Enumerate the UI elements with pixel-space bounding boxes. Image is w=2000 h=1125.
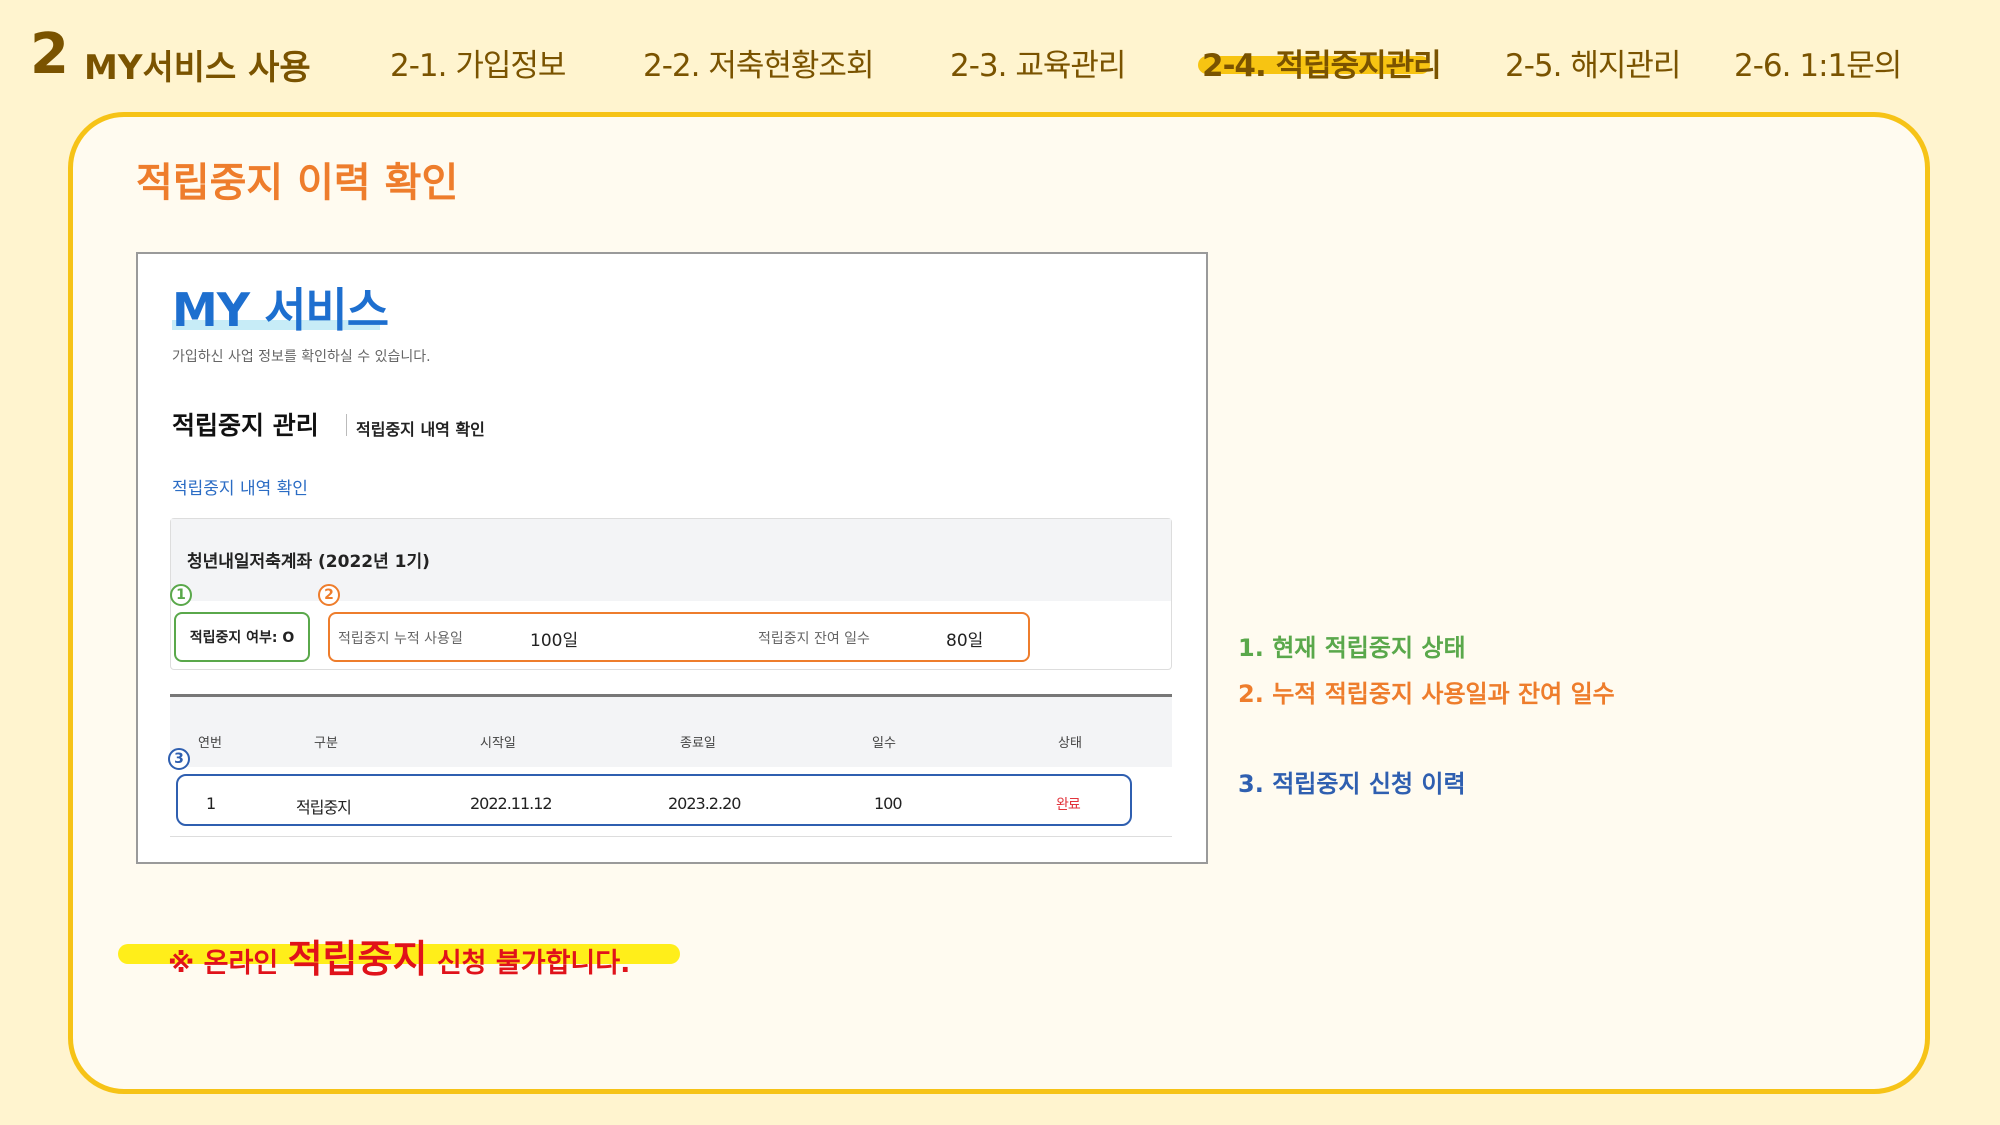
cell-days: 100 <box>874 794 903 813</box>
remaining-days-value: 80일 <box>946 631 984 651</box>
legend-num-2: 2. <box>1238 680 1264 708</box>
suspension-days-box: 적립중지 누적 사용일 100일 적립중지 잔여 일수 80일 <box>328 612 1030 662</box>
legend-text-1: 현재 적립중지 상태 <box>1272 634 1466 662</box>
section-heading: 적립중지 관리 <box>172 411 319 440</box>
nav-item-suspension[interactable]: 2-4. 적립중지관리 <box>1202 40 1442 85</box>
page-title: 적립중지 이력 확인 <box>136 160 459 206</box>
account-name: 청년내일저축계좌 (2022년 1기) <box>187 552 430 572</box>
notice-emphasis: 적립중지 <box>287 937 428 981</box>
online-suspension-notice: ※ 온라인 적립중지 신청 불가합니다. <box>168 928 630 983</box>
legend-num-3: 3. <box>1238 770 1264 798</box>
marker-3: 3 <box>168 748 190 770</box>
col-header-end: 종료일 <box>680 736 716 751</box>
suspension-status-box: 적립중지 여부: O <box>174 612 310 662</box>
screenshot-subtitle: 가입하신 사업 정보를 확인하실 수 있습니다. <box>172 349 431 365</box>
col-header-start: 시작일 <box>480 736 516 751</box>
cell-no: 1 <box>206 794 216 813</box>
legend-text-3: 적립중지 신청 이력 <box>1272 770 1466 798</box>
top-navigation: 2 MY서비스 사용 2-1. 가입정보 2-2. 저축현황조회 2-3. 교육… <box>0 0 2000 110</box>
cell-end-date: 2023.2.20 <box>668 794 741 813</box>
screenshot-title: MY 서비스 <box>172 283 389 337</box>
marker-2: 2 <box>318 584 340 606</box>
col-header-status: 상태 <box>1058 736 1082 751</box>
nav-item-savings-status[interactable]: 2-2. 저축현황조회 <box>643 40 874 85</box>
legend-item-2: 2. 누적 적립중지 사용일과 잔여 일수 <box>1238 674 1615 709</box>
nav-item-termination[interactable]: 2-5. 해지관리 <box>1505 40 1681 85</box>
marker-1: 1 <box>170 584 192 606</box>
section-subheading: 적립중지 내역 확인 <box>356 420 485 439</box>
col-header-type: 구분 <box>314 736 338 751</box>
heading-divider <box>346 414 347 436</box>
section-number: 2 <box>30 22 69 87</box>
nav-item-join-info[interactable]: 2-1. 가입정보 <box>390 40 566 85</box>
used-days-label: 적립중지 누적 사용일 <box>338 631 463 647</box>
legend-item-1: 1. 현재 적립중지 상태 <box>1238 628 1466 663</box>
legend-num-1: 1. <box>1238 634 1264 662</box>
cell-type: 적립중지 <box>296 798 352 817</box>
cell-start-date: 2022.11.12 <box>470 794 553 813</box>
legend-item-3: 3. 적립중지 신청 이력 <box>1238 764 1466 799</box>
legend-text-2: 누적 적립중지 사용일과 잔여 일수 <box>1272 680 1615 708</box>
nav-item-inquiry[interactable]: 2-6. 1:1문의 <box>1734 40 1902 85</box>
notice-suffix: 신청 불가합니다. <box>427 948 631 979</box>
notice-prefix: ※ 온라인 <box>168 948 288 979</box>
nav-item-education[interactable]: 2-3. 교육관리 <box>950 40 1126 85</box>
used-days-value: 100일 <box>530 631 579 651</box>
col-header-no: 연번 <box>198 736 222 751</box>
section-title: MY서비스 사용 <box>84 48 311 88</box>
table-bottom-border <box>170 836 1172 837</box>
remaining-days-label: 적립중지 잔여 일수 <box>758 631 870 647</box>
col-header-days: 일수 <box>872 736 896 751</box>
cell-status: 완료 <box>1056 797 1081 813</box>
service-screenshot: MY 서비스 가입하신 사업 정보를 확인하실 수 있습니다. 적립중지 관리 … <box>136 252 1208 864</box>
history-tab-link[interactable]: 적립중지 내역 확인 <box>172 474 308 499</box>
